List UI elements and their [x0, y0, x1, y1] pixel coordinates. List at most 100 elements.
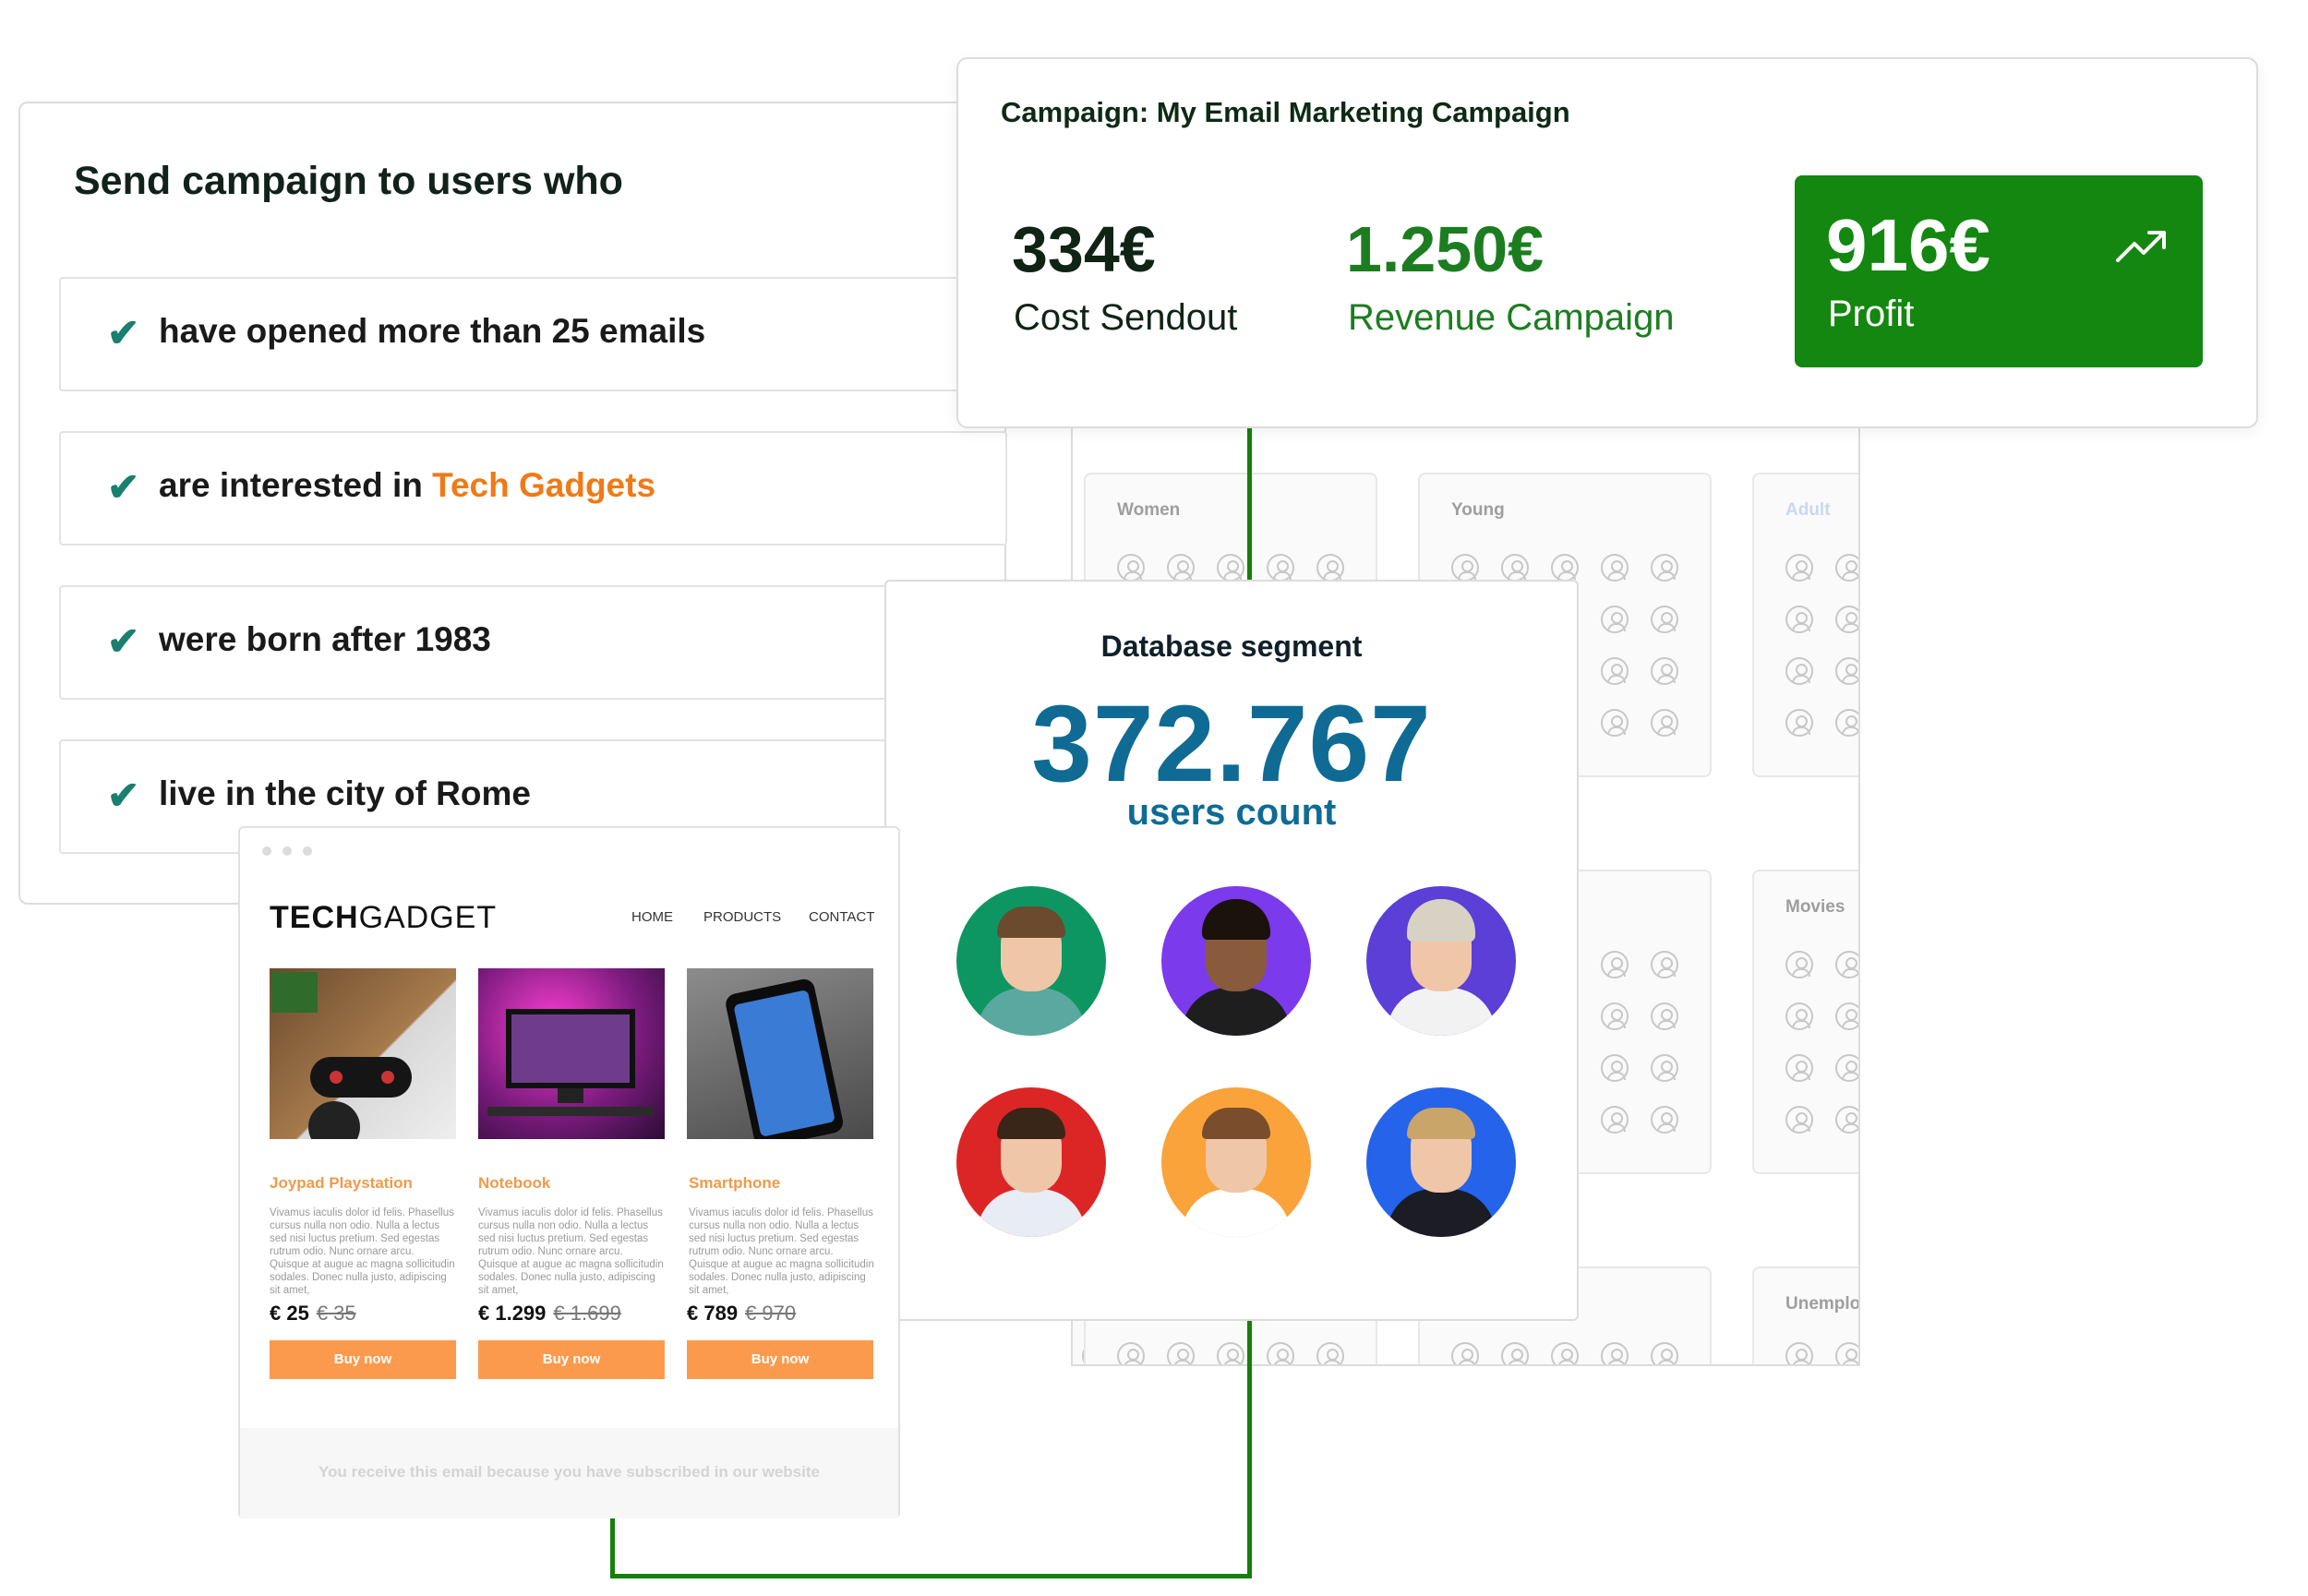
user-icon [1785, 1002, 1813, 1030]
product-price: € 25 € 35 [270, 1302, 356, 1325]
user-icon [1835, 951, 1858, 978]
user-icon [1651, 709, 1678, 737]
database-segment-card: Database segment 372.767 users count [884, 580, 1579, 1321]
nav-home-link[interactable]: HOME [631, 909, 673, 925]
window-dot [262, 846, 271, 856]
product-description: Vivamus iaculis dolor id felis. Phasellu… [270, 1207, 455, 1296]
users-count-label: users count [1126, 792, 1337, 833]
criteria-row-birth-year[interactable]: ✔ were born after 1983 [59, 585, 1028, 700]
user-icon [1601, 1342, 1629, 1364]
revenue-label: Revenue Campaign [1348, 297, 1675, 338]
window-dot [282, 846, 292, 856]
user-icon [1551, 554, 1579, 582]
user-icon [1835, 1342, 1858, 1364]
user-icon [1601, 606, 1629, 633]
nav-products-link[interactable]: PRODUCTS [703, 909, 781, 925]
segment-card-unemployed[interactable]: Unemplo [1752, 1266, 1860, 1364]
segment-card-adult[interactable]: Adult [1752, 473, 1858, 777]
check-icon: ✔ [107, 465, 140, 509]
buy-now-button[interactable]: Buy now [478, 1340, 665, 1379]
cost-value: 334€ [1012, 213, 1156, 285]
user-icon [1601, 657, 1629, 685]
user-icon [1601, 709, 1629, 737]
profit-tile: 916€ Profit [1795, 175, 2203, 367]
user-icon [1551, 1342, 1579, 1364]
techgadget-logo[interactable]: TECHGADGET [270, 900, 497, 936]
avatar [1161, 1087, 1311, 1237]
users-count-value: 372.767 [1031, 683, 1432, 805]
user-icon [1601, 1106, 1629, 1134]
user-icon [1117, 1342, 1145, 1364]
user-icon [1601, 1054, 1629, 1082]
segment-label-adult: Adult [1785, 500, 1831, 520]
smartphone-icon [726, 978, 843, 1148]
user-icon [1785, 1106, 1813, 1134]
user-icon [1835, 709, 1858, 737]
segment-label-young: Young [1451, 500, 1505, 520]
user-icon [1601, 951, 1629, 978]
user-icon [1785, 1054, 1813, 1082]
notebook-image[interactable] [478, 968, 665, 1139]
user-icon [1651, 606, 1678, 633]
user-icon [1651, 1054, 1678, 1082]
check-icon: ✔ [107, 311, 140, 354]
user-icon [1785, 951, 1813, 978]
old-price: € 35 [316, 1302, 356, 1325]
smartphone-image[interactable] [687, 968, 873, 1148]
criteria-row-opened-emails[interactable]: ✔ have opened more than 25 emails [59, 277, 1028, 391]
footer-text: You receive this email because you have … [319, 1463, 820, 1481]
product-price: € 789 € 970 [687, 1302, 797, 1325]
joypad-image[interactable] [270, 968, 456, 1153]
user-icon [1267, 1342, 1294, 1364]
campaign-criteria-card: Send campaign to users who ✔ have opened… [18, 102, 1028, 905]
criteria-text: live in the city of Rome [159, 774, 531, 812]
user-icon [1651, 554, 1678, 582]
user-icon [1785, 709, 1813, 737]
window-dot [303, 846, 312, 856]
criteria-highlight: Tech Gadgets [432, 466, 656, 504]
avatar [1161, 886, 1311, 1036]
user-icon [1835, 606, 1858, 633]
user-icon [1601, 1002, 1629, 1030]
campaign-title: Campaign: My Email Marketing Campaign [1001, 96, 1570, 128]
nav-contact-link[interactable]: CONTACT [809, 909, 874, 925]
product-price: € 1.299 € 1.699 [478, 1302, 621, 1325]
user-icon [1316, 554, 1344, 582]
check-icon: ✔ [107, 774, 140, 817]
product-description: Vivamus iaculis dolor id felis. Phasellu… [478, 1207, 664, 1296]
user-icon [1785, 657, 1813, 685]
product-name[interactable]: Joypad Playstation [270, 1174, 413, 1193]
criteria-row-interests[interactable]: ✔ are interested in Tech Gadgets [59, 431, 1007, 546]
buy-now-button[interactable]: Buy now [687, 1340, 873, 1379]
campaign-summary-card: Campaign: My Email Marketing Campaign 33… [956, 57, 2258, 428]
database-segment-title: Database segment [1100, 630, 1363, 663]
user-icon [1651, 1002, 1678, 1030]
criteria-text-prefix: are interested in [159, 466, 433, 504]
product-name[interactable]: Smartphone [689, 1174, 780, 1193]
email-preview-window: TECHGADGET HOME PRODUCTS CONTACT Joypad … [238, 826, 900, 1518]
user-icon [1835, 554, 1858, 582]
segment-label-movies: Movies [1785, 897, 1845, 917]
buy-now-button[interactable]: Buy now [270, 1340, 456, 1379]
user-icon [1117, 554, 1145, 582]
user-icon [1316, 1342, 1344, 1364]
user-icon [1651, 1342, 1678, 1364]
product-name[interactable]: Notebook [478, 1174, 550, 1193]
avatar [1366, 1087, 1516, 1237]
user-icon [1651, 951, 1678, 978]
user-icon [1785, 554, 1813, 582]
user-icon [1451, 554, 1479, 582]
profit-value: 916€ [1826, 204, 1990, 286]
segment-label-unemployed: Unemplo [1785, 1294, 1860, 1314]
product-description: Vivamus iaculis dolor id felis. Phasellu… [689, 1207, 874, 1296]
monitor-icon [487, 1009, 654, 1116]
email-footer: You receive this email because you have … [240, 1428, 898, 1518]
user-icon [1835, 1106, 1858, 1134]
segment-card-movies[interactable]: Movies [1752, 870, 1858, 1174]
criteria-text: are interested in Tech Gadgets [159, 466, 655, 505]
avatar [956, 1087, 1106, 1237]
old-price: € 970 [745, 1302, 797, 1325]
old-price: € 1.699 [553, 1302, 621, 1325]
check-icon: ✔ [107, 619, 140, 663]
cost-label: Cost Sendout [1014, 297, 1238, 338]
